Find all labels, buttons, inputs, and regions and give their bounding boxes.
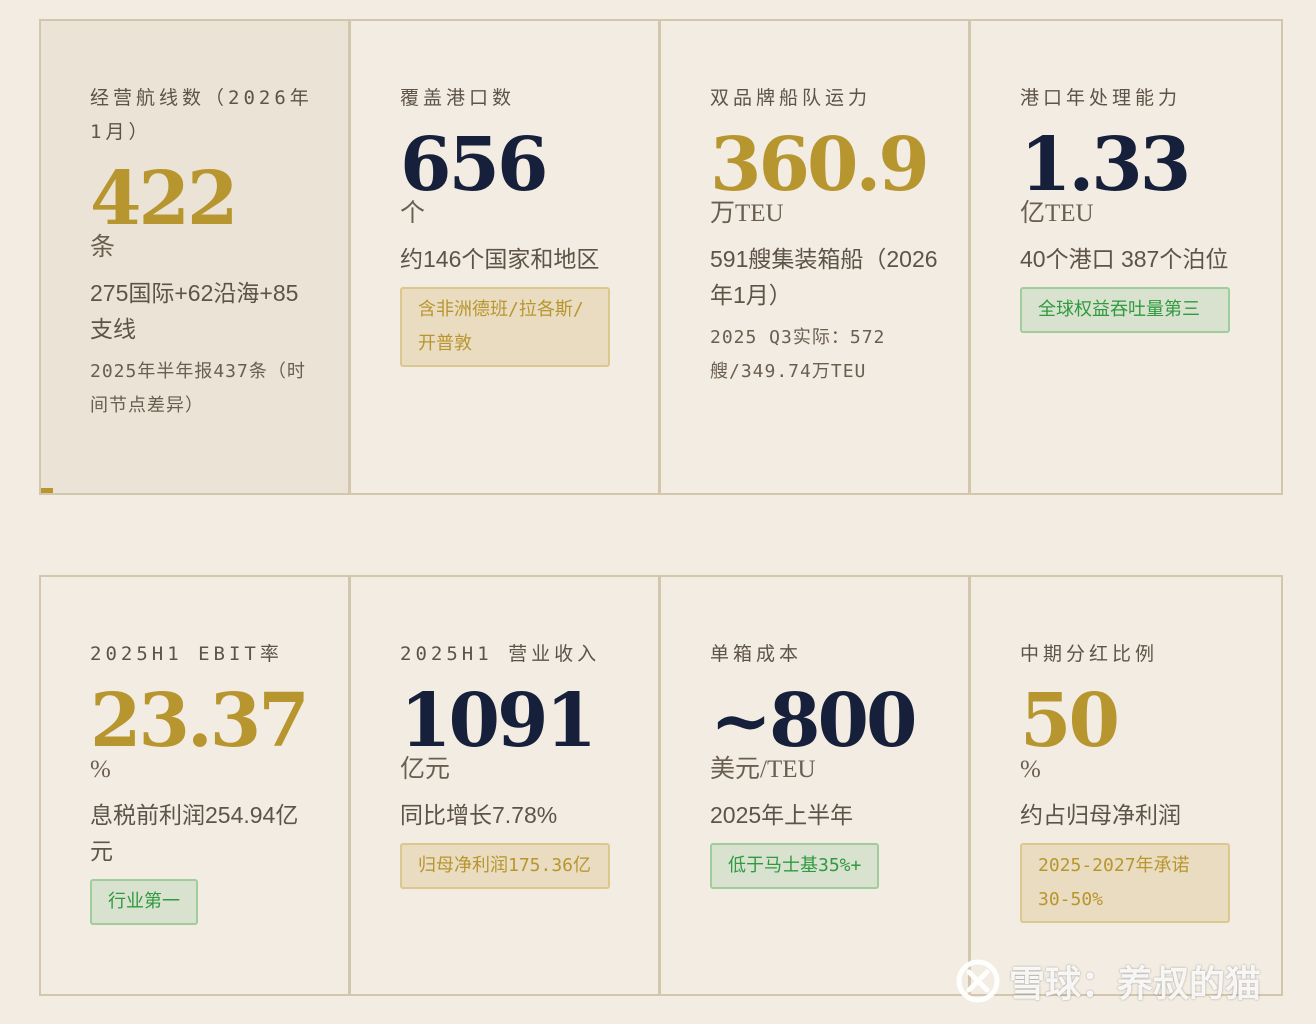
card-fleet-capacity: 双品牌船队运力 360.9 万TEU 591艘集装箱船（2026年1月） 202… [661, 21, 971, 493]
card-desc: 息税前利润254.94亿元 [90, 802, 299, 864]
xueqiu-logo-icon [956, 959, 1000, 1003]
card-label: 单箱成本 [710, 643, 803, 665]
card-value: 422 [90, 156, 238, 242]
card-label: 港口年处理能力 [1020, 87, 1182, 109]
card-ebit-rate: 2025H1 EBIT率 23.37 % 息税前利润254.94亿元 行业第一 [41, 577, 351, 994]
card-label: 2025H1 EBIT率 [90, 643, 283, 665]
card-value: 1091 [400, 678, 597, 764]
card-ports: 覆盖港口数 656 个 约146个国家和地区 含非洲德班/拉各斯/开普敦 [351, 21, 661, 493]
card-label: 覆盖港口数 [400, 87, 516, 109]
card-note: 2025 Q3实际：572艘/349.74万TEU [710, 327, 886, 382]
card-desc: 约占归母净利润 [1020, 802, 1181, 828]
card-value: 360.9 [710, 122, 930, 208]
card-dividend-ratio: 中期分红比例 50 % 约占归母净利润 2025-2027年承诺30-50% [971, 577, 1281, 994]
card-value: 23.37 [90, 678, 310, 764]
card-label: 经营航线数（2026年1月） [90, 87, 313, 143]
card-label: 双品牌船队运力 [710, 87, 872, 109]
card-port-capacity: 港口年处理能力 1.33 亿TEU 40个港口 387个泊位 全球权益吞吐量第三 [971, 21, 1281, 493]
card-desc: 40个港口 387个泊位 [1020, 246, 1229, 272]
card-unit-cost: 单箱成本 ~800 美元/TEU 2025年上半年 低于马士基35%+ [661, 577, 971, 994]
card-badge: 低于马士基35%+ [710, 843, 880, 889]
card-value: 656 [400, 122, 548, 208]
card-desc: 2025年上半年 [710, 802, 854, 828]
watermark: 雪球：养叔的猫 [955, 955, 1261, 1007]
card-revenue: 2025H1 营业收入 1091 亿元 同比增长7.78% 归母净利润175.3… [351, 577, 661, 994]
metrics-row-1: 经营航线数（2026年1月） 422 条 275国际+62沿海+85支线 202… [39, 19, 1283, 495]
card-desc: 同比增长7.78% [400, 802, 558, 828]
card-routes: 经营航线数（2026年1月） 422 条 275国际+62沿海+85支线 202… [41, 21, 351, 493]
card-desc: 275国际+62沿海+85支线 [90, 280, 299, 342]
card-value: 1.33 [1020, 122, 1191, 208]
card-note: 2025年半年报437条（时间节点差异） [90, 361, 306, 416]
card-badge: 含非洲德班/拉各斯/开普敦 [400, 287, 610, 367]
card-label: 中期分红比例 [1020, 643, 1159, 665]
card-badge: 行业第一 [90, 879, 198, 925]
card-desc: 约146个国家和地区 [400, 246, 600, 272]
card-label: 2025H1 营业收入 [400, 643, 601, 665]
card-badge: 2025-2027年承诺30-50% [1020, 843, 1230, 923]
watermark-text: 雪球：养叔的猫 [1009, 964, 1262, 1005]
card-value: ~800 [710, 678, 917, 764]
card-value: 50 [1020, 678, 1120, 764]
card-badge: 归母净利润175.36亿 [400, 843, 610, 889]
card-badge: 全球权益吞吐量第三 [1020, 287, 1230, 333]
metrics-row-2: 2025H1 EBIT率 23.37 % 息税前利润254.94亿元 行业第一 … [39, 575, 1283, 996]
card-desc: 591艘集装箱船（2026年1月） [710, 246, 938, 308]
accent-bar [41, 488, 53, 493]
